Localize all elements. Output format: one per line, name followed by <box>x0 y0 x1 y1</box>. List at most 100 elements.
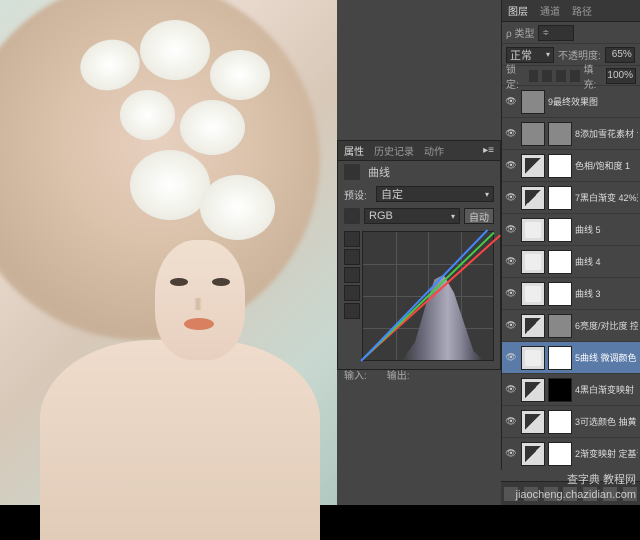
layer-mask-thumbnail[interactable] <box>548 314 572 338</box>
layer-row[interactable]: 👁 7黑白渐变 42%透 <box>502 182 640 214</box>
orchid-flower <box>210 50 270 100</box>
layer-row[interactable]: 👁 8添加雪花素材 让 <box>502 118 640 150</box>
eyedropper-white-icon[interactable] <box>344 303 360 319</box>
layer-thumbnail[interactable] <box>521 186 545 210</box>
visibility-eye-icon[interactable]: 👁 <box>504 288 518 300</box>
layer-thumbnail[interactable] <box>521 378 545 402</box>
visibility-eye-icon[interactable]: 👁 <box>504 128 518 140</box>
orchid-flower <box>120 90 175 140</box>
layer-mask-thumbnail[interactable] <box>548 410 572 434</box>
layer-name[interactable]: 曲线 3 <box>575 287 638 300</box>
eyedropper-gray-icon[interactable] <box>344 285 360 301</box>
layer-name[interactable]: 色相/饱和度 1 <box>575 159 638 172</box>
layer-name[interactable]: 曲线 4 <box>575 255 638 268</box>
layer-name[interactable]: 3可选颜色 抽黄 <box>575 415 638 428</box>
layer-mask-thumbnail[interactable] <box>548 122 572 146</box>
draw-tool-icon[interactable] <box>344 249 360 265</box>
visibility-eye-icon[interactable]: 👁 <box>504 96 518 108</box>
layer-thumbnail[interactable] <box>521 282 545 306</box>
layer-mask-thumbnail[interactable] <box>548 154 572 178</box>
point-tool-icon[interactable] <box>344 231 360 247</box>
visibility-eye-icon[interactable]: 👁 <box>504 384 518 396</box>
layer-name[interactable]: 2渐变映射 定基调 <box>575 447 638 460</box>
auto-button[interactable]: 自动 <box>464 208 494 224</box>
layer-thumbnail[interactable] <box>521 90 545 114</box>
chevron-down-icon: ▾ <box>485 190 489 199</box>
input-label: 输入: <box>344 367 367 382</box>
visibility-eye-icon[interactable]: 👁 <box>504 160 518 172</box>
lock-label: 锁定: <box>506 61 525 91</box>
layer-row[interactable]: 👁 色相/饱和度 1 <box>502 150 640 182</box>
layer-thumbnail[interactable] <box>521 250 545 274</box>
layer-row[interactable]: 👁 4黑白渐变映射 <box>502 374 640 406</box>
preset-value: 自定 <box>381 186 403 202</box>
layer-mask-thumbnail[interactable] <box>548 346 572 370</box>
tab-paths[interactable]: 路径 <box>572 3 592 18</box>
layer-row[interactable]: 👁 曲线 5 <box>502 214 640 246</box>
layer-mask-thumbnail[interactable] <box>548 282 572 306</box>
layer-thumbnail[interactable] <box>521 346 545 370</box>
visibility-eye-icon[interactable]: 👁 <box>504 256 518 268</box>
layer-mask-thumbnail[interactable] <box>548 378 572 402</box>
eyedropper-black-icon[interactable] <box>344 267 360 283</box>
layer-name[interactable]: 4黑白渐变映射 <box>575 383 638 396</box>
layer-thumbnail[interactable] <box>521 154 545 178</box>
layer-thumbnail[interactable] <box>521 410 545 434</box>
curve-point-tools <box>344 231 362 361</box>
body-shape <box>40 340 320 540</box>
layer-name[interactable]: 8添加雪花素材 让 <box>575 127 638 140</box>
fill-label: 填充: <box>584 61 603 91</box>
opacity-input[interactable]: 65% <box>605 47 635 63</box>
tab-properties[interactable]: 属性 <box>344 143 364 158</box>
layer-name[interactable]: 7黑白渐变 42%透 <box>575 191 638 204</box>
visibility-eye-icon[interactable]: 👁 <box>504 224 518 236</box>
nose <box>194 298 202 310</box>
preset-label: 预设: <box>344 187 372 202</box>
layer-row[interactable]: 👁 6亮度/对比度 控 <box>502 310 640 342</box>
tab-history[interactable]: 历史记录 <box>374 143 414 158</box>
layer-mask-thumbnail[interactable] <box>548 186 572 210</box>
layer-row[interactable]: 👁 2渐变映射 定基调 <box>502 438 640 466</box>
layer-thumbnail[interactable] <box>521 442 545 466</box>
tab-layers[interactable]: 图层 <box>508 3 528 18</box>
layer-name[interactable]: 5曲线 微调颜色 <box>575 351 638 364</box>
layer-row[interactable]: 👁 5曲线 微调颜色 <box>502 342 640 374</box>
layer-row[interactable]: 👁 曲线 4 <box>502 246 640 278</box>
adjustment-type-label: 曲线 <box>368 164 390 180</box>
filter-kind-dropdown[interactable]: ≑ <box>538 25 574 41</box>
visibility-eye-icon[interactable]: 👁 <box>504 448 518 460</box>
curves-graph[interactable] <box>362 231 494 361</box>
visibility-eye-icon[interactable]: 👁 <box>504 192 518 204</box>
tab-channels[interactable]: 通道 <box>540 3 560 18</box>
layer-name[interactable]: 曲线 5 <box>575 223 638 236</box>
sampler-icon[interactable] <box>344 208 360 224</box>
channel-dropdown[interactable]: RGB ▾ <box>364 208 460 224</box>
visibility-eye-icon[interactable]: 👁 <box>504 416 518 428</box>
layer-mask-thumbnail[interactable] <box>548 442 572 466</box>
visibility-eye-icon[interactable]: 👁 <box>504 320 518 332</box>
kind-label: ρ 类型 <box>506 25 534 40</box>
lock-transparency-icon[interactable] <box>529 70 539 82</box>
lock-all-icon[interactable] <box>570 70 580 82</box>
layer-name[interactable]: 9最终效果图 <box>548 95 638 108</box>
layer-name[interactable]: 6亮度/对比度 控 <box>575 319 638 332</box>
layer-thumbnail[interactable] <box>521 314 545 338</box>
lock-position-icon[interactable] <box>556 70 566 82</box>
tab-actions[interactable]: 动作 <box>424 143 444 158</box>
layer-thumbnail[interactable] <box>521 122 545 146</box>
lock-pixels-icon[interactable] <box>542 70 552 82</box>
layer-thumbnail[interactable] <box>521 218 545 242</box>
preset-dropdown[interactable]: 自定 ▾ <box>376 186 494 202</box>
layer-row[interactable]: 👁 9最终效果图 <box>502 86 640 118</box>
panel-menu-icon[interactable]: ▸≡ <box>483 145 494 156</box>
layer-row[interactable]: 👁 曲线 3 <box>502 278 640 310</box>
layer-mask-thumbnail[interactable] <box>548 250 572 274</box>
visibility-eye-icon[interactable]: 👁 <box>504 352 518 364</box>
curves-properties-panel: 属性 历史记录 动作 ▸≡ 曲线 预设: 自定 ▾ RGB ▾ 自动 <box>337 140 501 370</box>
layer-mask-thumbnail[interactable] <box>548 218 572 242</box>
orchid-flower <box>130 150 210 220</box>
layer-list[interactable]: 👁 9最终效果图 👁 8添加雪花素材 让 👁 色相/饱和度 1 👁 7黑白渐变 42%透 👁 曲线… <box>502 86 640 466</box>
chevron-down-icon: ▾ <box>546 50 550 59</box>
fill-input[interactable]: 100% <box>606 68 636 84</box>
layer-row[interactable]: 👁 3可选颜色 抽黄 <box>502 406 640 438</box>
